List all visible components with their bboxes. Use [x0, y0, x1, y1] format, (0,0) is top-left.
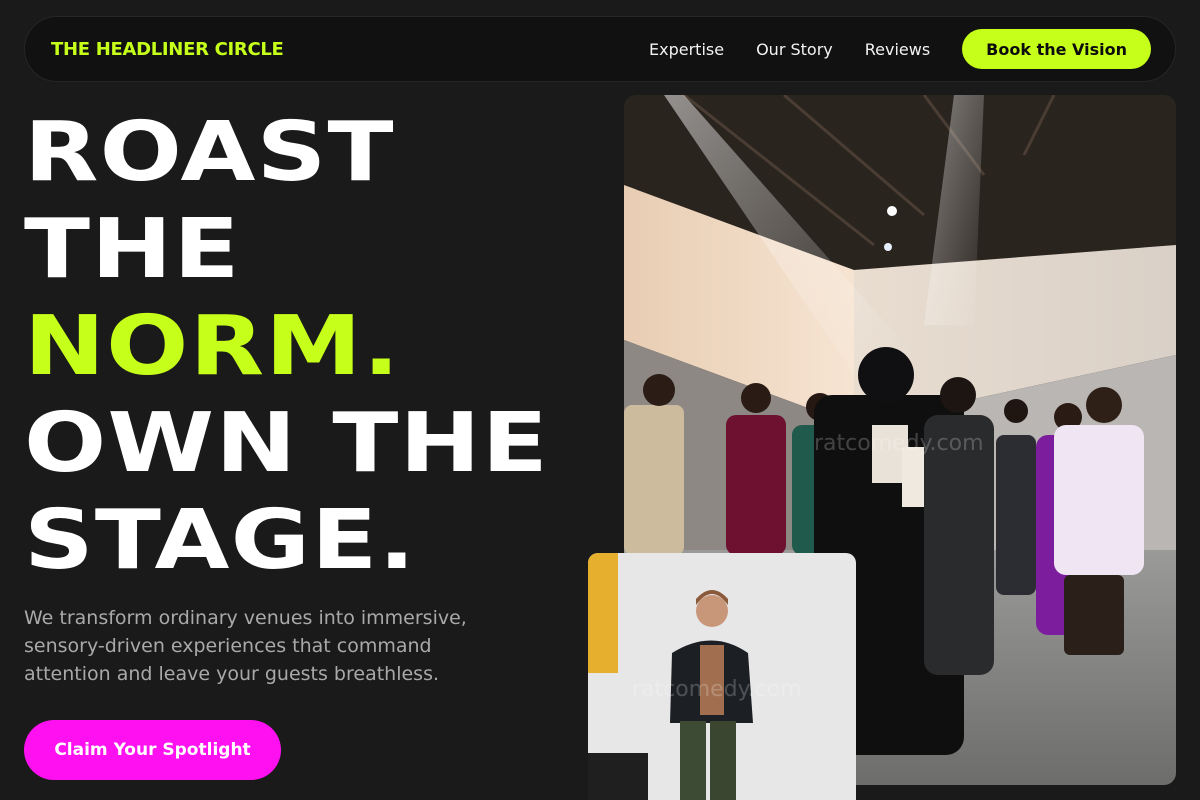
brand-logo[interactable]: THE HEADLINER CIRCLE [51, 39, 284, 60]
headline-line-5: STAGE. [24, 493, 417, 588]
nav-links: Expertise Our Story Reviews Book the Vis… [649, 29, 1151, 69]
small-photo-watermark: ratcomedy.com [632, 677, 802, 702]
hero-description: We transform ordinary venues into immers… [24, 607, 467, 685]
headline-line-1: ROAST [24, 105, 395, 200]
nav-link-expertise[interactable]: Expertise [649, 40, 724, 59]
nav-link-our-story[interactable]: Our Story [756, 40, 833, 59]
headline-line-3: NORM. [24, 299, 401, 394]
nav-link-reviews[interactable]: Reviews [865, 40, 930, 59]
main-photo-watermark: ratcomedy.com [814, 431, 984, 456]
headline-line-4: OWN THE [24, 396, 550, 491]
performer-photo: ratcomedy.com [588, 553, 856, 800]
headline-line-2: THE [24, 202, 241, 297]
book-the-vision-button[interactable]: Book the Vision [962, 29, 1151, 69]
claim-your-spotlight-button[interactable]: Claim Your Spotlight [24, 720, 281, 780]
hero-headline: ROAST THE NORM. OWN THE STAGE. [24, 104, 685, 589]
landing-page: THE HEADLINER CIRCLE Expertise Our Story… [0, 0, 1200, 800]
top-navigation: THE HEADLINER CIRCLE Expertise Our Story… [24, 16, 1176, 82]
